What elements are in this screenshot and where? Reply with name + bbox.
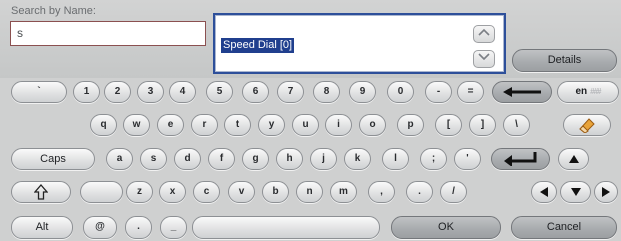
- key-c[interactable]: c: [193, 181, 220, 203]
- enter-icon: [503, 152, 536, 166]
- key-comma[interactable]: ,: [368, 181, 395, 203]
- key-s[interactable]: s: [140, 148, 167, 170]
- key-a[interactable]: a: [106, 148, 133, 170]
- results-list[interactable]: Speed Dial [0]: [213, 13, 506, 74]
- key-r[interactable]: r: [191, 114, 218, 136]
- key-left-bracket[interactable]: [: [435, 114, 462, 136]
- key-3[interactable]: 3: [137, 81, 164, 103]
- key-i[interactable]: i: [325, 114, 352, 136]
- triangle-right-icon: [602, 187, 610, 197]
- key-backtick[interactable]: `: [11, 81, 67, 103]
- key-equals[interactable]: =: [457, 81, 484, 103]
- key-0[interactable]: 0: [387, 81, 414, 103]
- key-w[interactable]: w: [123, 114, 150, 136]
- chevron-down-icon: [478, 53, 490, 61]
- triangle-left-icon: [540, 187, 548, 197]
- chevron-up-icon: [478, 28, 490, 36]
- key-o[interactable]: o: [359, 114, 386, 136]
- key-apostrophe[interactable]: ': [454, 148, 481, 170]
- key-right-bracket[interactable]: ]: [469, 114, 496, 136]
- key-z[interactable]: z: [126, 181, 153, 203]
- key-4[interactable]: 4: [169, 81, 196, 103]
- key-6[interactable]: 6: [242, 81, 269, 103]
- alt-key[interactable]: Alt: [11, 216, 73, 239]
- key-d[interactable]: d: [174, 148, 201, 170]
- shift-key[interactable]: [11, 181, 71, 203]
- right-key[interactable]: [594, 181, 618, 203]
- details-button[interactable]: Details: [512, 49, 617, 72]
- key-8[interactable]: 8: [313, 81, 340, 103]
- key-j[interactable]: j: [310, 148, 337, 170]
- key-b[interactable]: b: [262, 181, 289, 203]
- left-key[interactable]: [531, 181, 557, 203]
- key-f[interactable]: f: [208, 148, 235, 170]
- key-period[interactable]: .: [406, 181, 433, 203]
- caps-key[interactable]: Caps: [11, 148, 95, 170]
- key-at[interactable]: @: [83, 216, 117, 239]
- language-label: en: [575, 86, 588, 97]
- key-semicolon[interactable]: ;: [420, 148, 447, 170]
- up-key[interactable]: [558, 148, 589, 170]
- language-key[interactable]: en ###: [557, 81, 619, 103]
- key-y[interactable]: y: [258, 114, 285, 136]
- key-x[interactable]: x: [159, 181, 186, 203]
- enter-key[interactable]: [491, 148, 550, 170]
- blank-key[interactable]: [80, 181, 123, 203]
- key-minus[interactable]: -: [425, 81, 452, 103]
- scroll-down-button[interactable]: [473, 50, 495, 68]
- key-9[interactable]: 9: [349, 81, 376, 103]
- triangle-up-icon: [568, 155, 579, 163]
- key-k[interactable]: k: [344, 148, 371, 170]
- key-t[interactable]: t: [224, 114, 251, 136]
- key-5[interactable]: 5: [206, 81, 233, 103]
- key-period[interactable]: .: [125, 216, 152, 239]
- key-v[interactable]: v: [228, 181, 255, 203]
- key-2[interactable]: 2: [104, 81, 131, 103]
- key-underscore[interactable]: _: [160, 216, 187, 239]
- key-e[interactable]: e: [157, 114, 184, 136]
- eraser-icon: [579, 118, 595, 133]
- list-item-speed-dial[interactable]: Speed Dial [0]: [219, 37, 296, 54]
- key-7[interactable]: 7: [277, 81, 304, 103]
- key-g[interactable]: g: [242, 148, 269, 170]
- scroll-up-button[interactable]: [473, 25, 495, 43]
- key-m[interactable]: m: [330, 181, 357, 203]
- top-panel: Search by Name: s Speed Dial [0] Details: [0, 0, 621, 78]
- space-key[interactable]: [192, 216, 380, 239]
- key-u[interactable]: u: [292, 114, 319, 136]
- key-1[interactable]: 1: [73, 81, 100, 103]
- key-slash[interactable]: /: [440, 181, 467, 203]
- key-n[interactable]: n: [296, 181, 323, 203]
- backspace-key[interactable]: [492, 81, 552, 103]
- ok-button[interactable]: OK: [391, 216, 501, 239]
- key-l[interactable]: l: [382, 148, 409, 170]
- clear-key[interactable]: [563, 114, 611, 136]
- arrow-left-icon: [503, 87, 541, 97]
- search-label: Search by Name:: [11, 5, 96, 17]
- down-key[interactable]: [560, 181, 591, 203]
- key-backslash[interactable]: \: [503, 114, 530, 136]
- cancel-button[interactable]: Cancel: [511, 216, 617, 239]
- key-p[interactable]: p: [397, 114, 424, 136]
- search-input[interactable]: s: [10, 21, 206, 46]
- shift-icon: [34, 184, 48, 200]
- key-h[interactable]: h: [276, 148, 303, 170]
- language-sub: ###: [590, 87, 601, 96]
- key-q[interactable]: q: [90, 114, 117, 136]
- triangle-down-icon: [570, 188, 581, 196]
